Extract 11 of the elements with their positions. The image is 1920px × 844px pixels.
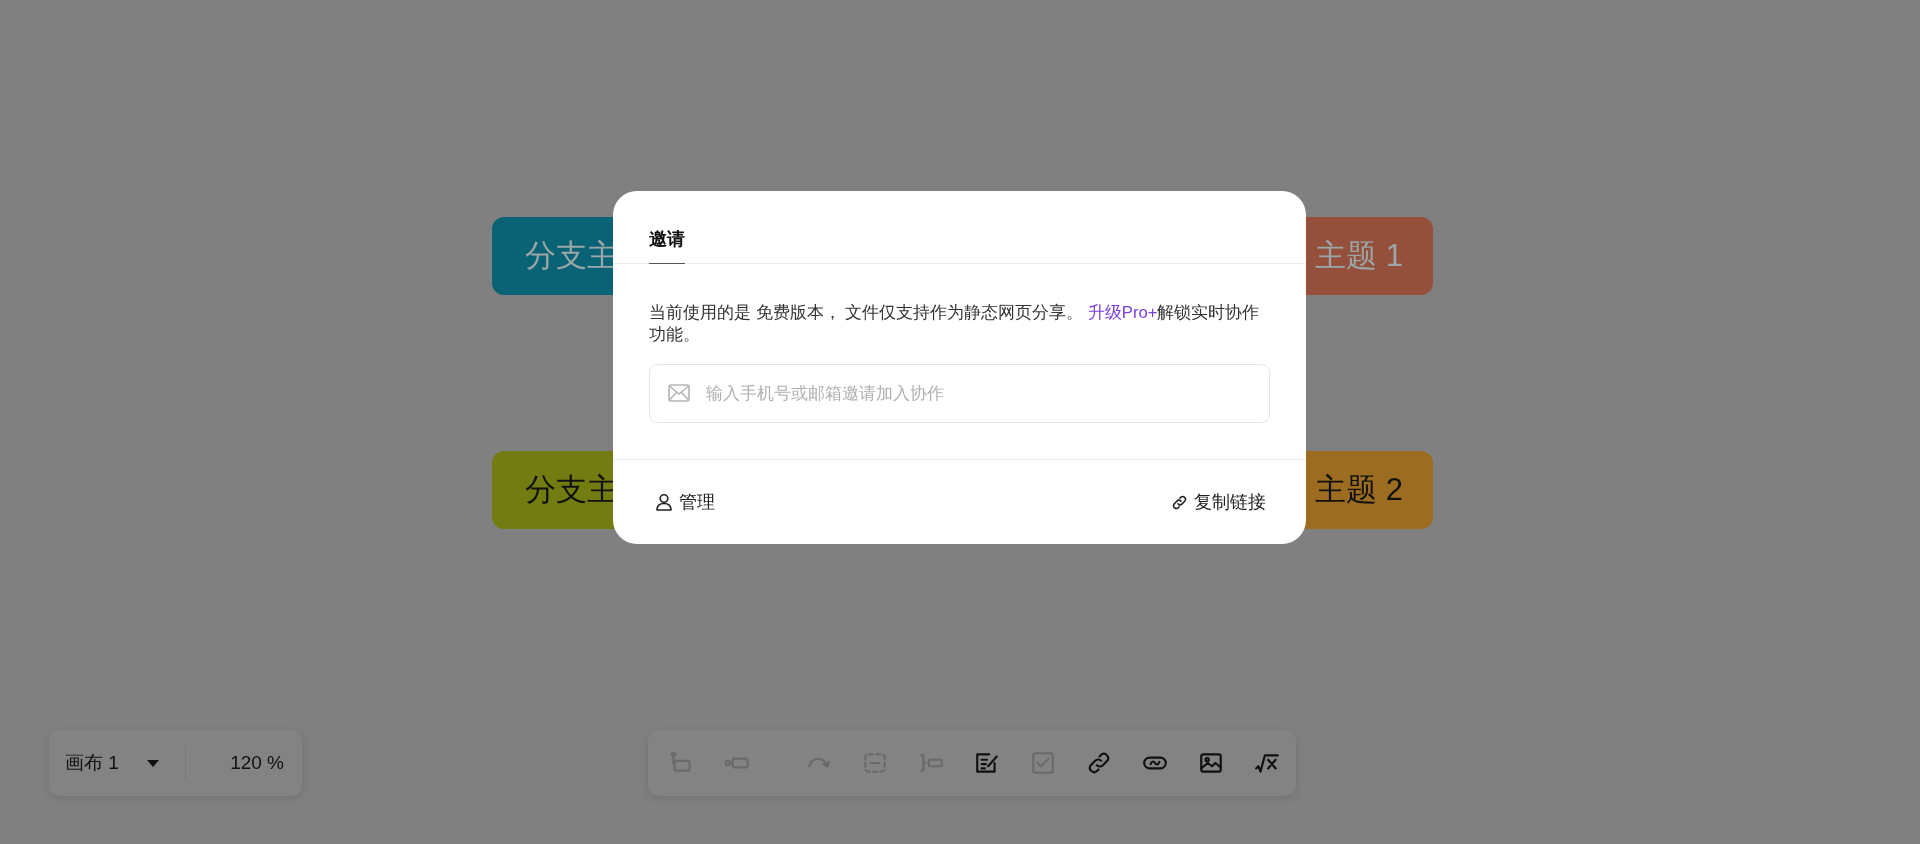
zoom-level[interactable]: 120 % [230,752,284,774]
upgrade-link[interactable]: 升级Pro+ [1087,303,1158,322]
invite-input-field[interactable]: 输入手机号或邮箱邀请加入协作 [649,364,1270,423]
link-icon [1171,493,1188,511]
person-icon [655,493,673,511]
manage-button[interactable]: 管理 [655,486,715,518]
caret-icon [146,759,159,767]
canvas-selector[interactable]: 画布 1 [65,750,159,776]
dialog-tab[interactable]: 邀请 [649,227,685,264]
mail-icon [668,384,690,402]
notice-text: 当前使用的是 免费版本， 文件仅支持作为静态网页分享。 升级Pro+解锁实时协作功能。 [649,302,1261,346]
